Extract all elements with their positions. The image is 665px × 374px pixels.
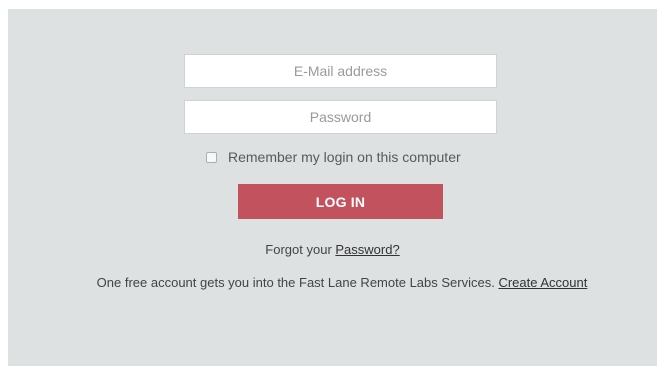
remember-login-checkbox[interactable] (206, 151, 217, 163)
login-button[interactable]: LOG IN (238, 184, 443, 219)
account-info-line: One free account gets you into the Fast … (0, 275, 665, 290)
forgot-password-text: Forgot your (265, 242, 336, 257)
forgot-password-link[interactable]: Password? (335, 242, 399, 257)
email-field[interactable] (184, 54, 497, 88)
password-field[interactable] (184, 100, 497, 134)
create-account-link[interactable]: Create Account (498, 275, 587, 290)
forgot-password-line: Forgot your Password? (0, 242, 665, 257)
account-info-text: One free account gets you into the Fast … (96, 275, 499, 290)
remember-login-label[interactable]: Remember my login on this computer (228, 149, 461, 165)
remember-login-row[interactable]: Remember my login on this computer (206, 148, 461, 166)
